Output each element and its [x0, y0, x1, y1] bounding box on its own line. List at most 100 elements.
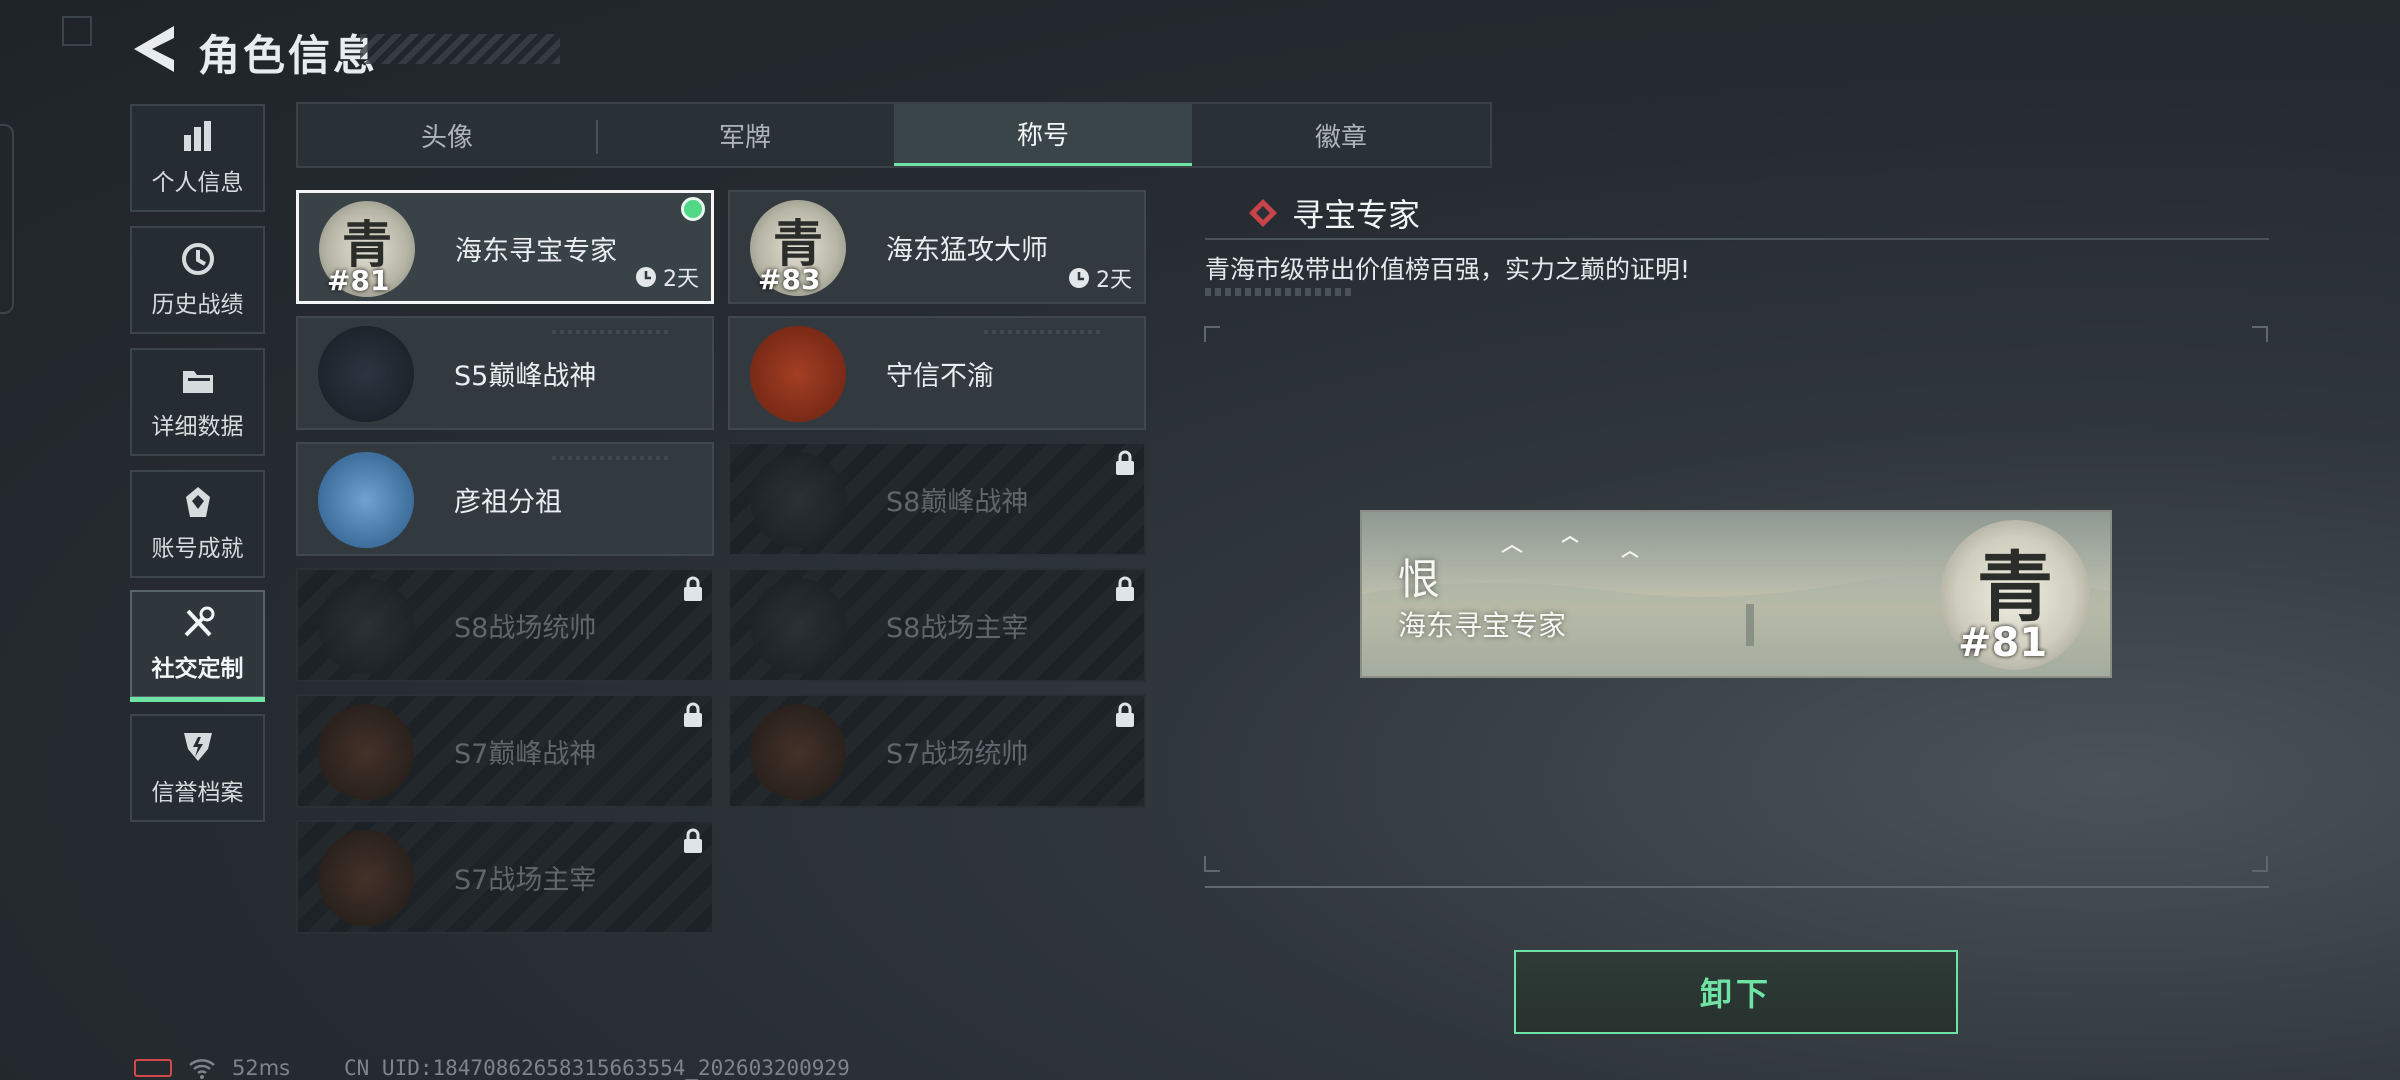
title-card[interactable]: S7战场统帅 — [728, 694, 1146, 808]
card-decoration — [984, 330, 1104, 334]
history-clock-icon — [181, 243, 214, 275]
sidebar-item-detailed-data[interactable]: 详细数据 — [130, 348, 265, 456]
sidebar-item-achievements[interactable]: 账号成就 — [130, 470, 265, 578]
lock-icon — [1116, 702, 1134, 727]
tab-badge[interactable]: 徽章 — [1192, 104, 1490, 166]
locked-emblem-icon — [750, 452, 846, 548]
title-card[interactable]: S8战场主宰 — [728, 568, 1146, 682]
sidebar-item-label: 详细数据 — [151, 414, 244, 440]
bar-chart-icon — [183, 121, 211, 151]
back-arrow-icon[interactable] — [130, 24, 176, 74]
title-preview-banner: 恨 海东寻宝专家 青 #81 — [1360, 510, 2112, 678]
detail-title: 寻宝专家 — [1248, 190, 1420, 236]
diamond-icon — [1249, 199, 1277, 227]
title-name: S7战场统帅 — [886, 739, 1029, 770]
skull-emblem-icon — [318, 326, 414, 422]
duration: 2天 — [635, 261, 699, 293]
frame-corner — [1204, 326, 1220, 342]
locked-emblem-icon — [318, 704, 414, 800]
title-card[interactable]: 彦祖分祖 — [296, 442, 714, 556]
qing-emblem-icon: 青 #81 — [1940, 520, 2090, 670]
emblem-rank: #83 — [758, 263, 821, 296]
page-title: 角色信息 — [198, 31, 379, 80]
tools-icon — [184, 606, 214, 637]
title-name: S8战场统帅 — [454, 613, 597, 644]
preview-title: 海东寻宝专家 — [1398, 609, 1567, 642]
battery-icon — [134, 1059, 172, 1077]
sidebar-item-history[interactable]: 历史战绩 — [130, 226, 265, 334]
title-card[interactable]: S8巅峰战神 — [728, 442, 1146, 556]
side-edge-handle[interactable] — [0, 124, 14, 314]
title-decoration — [360, 34, 560, 64]
title-card[interactable]: S7巅峰战神 — [296, 694, 714, 808]
clock-icon — [1069, 268, 1089, 288]
title-name: 海东寻宝专家 — [455, 236, 617, 267]
emblem-rank-number: 81 — [350, 264, 390, 297]
title-name: S7巅峰战神 — [454, 739, 597, 770]
title-card[interactable]: 青 #83 海东猛攻大师 2天 — [728, 190, 1146, 304]
tab-dog-tag[interactable]: 军牌 — [596, 104, 894, 166]
lock-icon — [684, 576, 702, 601]
title-name: S5巅峰战神 — [454, 361, 597, 392]
folder-icon — [182, 371, 213, 393]
uid-text: CN UID:18470862658315663554_202603200929 — [344, 1056, 850, 1080]
portrait-emblem-icon — [318, 452, 414, 548]
sidebar-item-personal-info[interactable]: 个人信息 — [130, 104, 265, 212]
scales-emblem-icon — [750, 326, 846, 422]
sidebar-item-label: 个人信息 — [151, 170, 244, 196]
title-name: 守信不渝 — [886, 361, 994, 392]
title-card[interactable]: S5巅峰战神 — [296, 316, 714, 430]
detail-title-text: 寻宝专家 — [1292, 196, 1421, 234]
duration: 2天 — [1068, 262, 1132, 294]
category-tabs: 头像 军牌 称号 徽章 — [296, 102, 1492, 168]
equipped-indicator — [681, 197, 705, 221]
credit-shield-icon — [183, 733, 212, 761]
title-card[interactable]: S8战场统帅 — [296, 568, 714, 682]
locked-emblem-icon — [318, 830, 414, 926]
title-name: S8巅峰战神 — [886, 487, 1029, 518]
tab-avatar[interactable]: 头像 — [298, 104, 596, 166]
title-card[interactable]: 青 #81 海东寻宝专家 2天 — [296, 190, 714, 304]
frame-corner — [2252, 856, 2268, 872]
locked-emblem-icon — [750, 578, 846, 674]
sidebar-item-label: 账号成就 — [151, 536, 244, 562]
tab-title[interactable]: 称号 — [894, 104, 1192, 166]
title-card[interactable]: 守信不渝 — [728, 316, 1146, 430]
title-name: S8战场主宰 — [886, 613, 1029, 644]
sidebar-item-label: 信誉档案 — [151, 780, 244, 806]
lock-icon — [1116, 576, 1134, 601]
locked-emblem-icon — [750, 704, 846, 800]
sidebar-item-social-custom[interactable]: 社交定制 — [130, 590, 265, 702]
unequip-button[interactable]: 卸下 — [1514, 950, 1958, 1034]
frame-corner — [1204, 856, 1220, 872]
card-decoration — [552, 330, 672, 334]
ping-text: 52ms — [232, 1056, 291, 1080]
locked-emblem-icon — [318, 578, 414, 674]
qing-emblem-icon: 青 #81 — [319, 201, 415, 297]
sidebar-item-credit-record[interactable]: 信誉档案 — [130, 714, 265, 822]
preview-baseline — [1205, 886, 2269, 888]
title-name: S7战场主宰 — [454, 865, 597, 896]
lock-icon — [684, 702, 702, 727]
status-bar: 52ms — [134, 1056, 290, 1080]
clock-icon — [636, 267, 656, 287]
sidebar-item-label: 社交定制 — [151, 656, 244, 682]
emblem-rank: #81 — [1958, 620, 2048, 666]
wifi-icon — [189, 1059, 215, 1079]
duration-text: 2天 — [663, 267, 699, 292]
sidebar-item-label: 历史战绩 — [151, 292, 244, 318]
lock-icon — [1116, 450, 1134, 475]
achievement-icon — [185, 487, 210, 517]
title-name: 彦祖分祖 — [454, 487, 562, 518]
qing-emblem-icon: 青 #83 — [750, 200, 846, 296]
title-card[interactable]: S7战场主宰 — [296, 820, 714, 934]
frame-corner — [2252, 326, 2268, 342]
divider — [1205, 238, 2269, 240]
detail-decoration — [1205, 288, 1355, 296]
detail-description: 青海市级带出价值榜百强，实力之巅的证明! — [1205, 255, 1691, 284]
lock-icon — [684, 828, 702, 853]
preview-player-name: 恨 — [1398, 555, 1441, 604]
emblem-rank: #81 — [327, 264, 390, 297]
card-decoration — [552, 456, 672, 460]
emblem-rank-number: 83 — [781, 263, 821, 296]
